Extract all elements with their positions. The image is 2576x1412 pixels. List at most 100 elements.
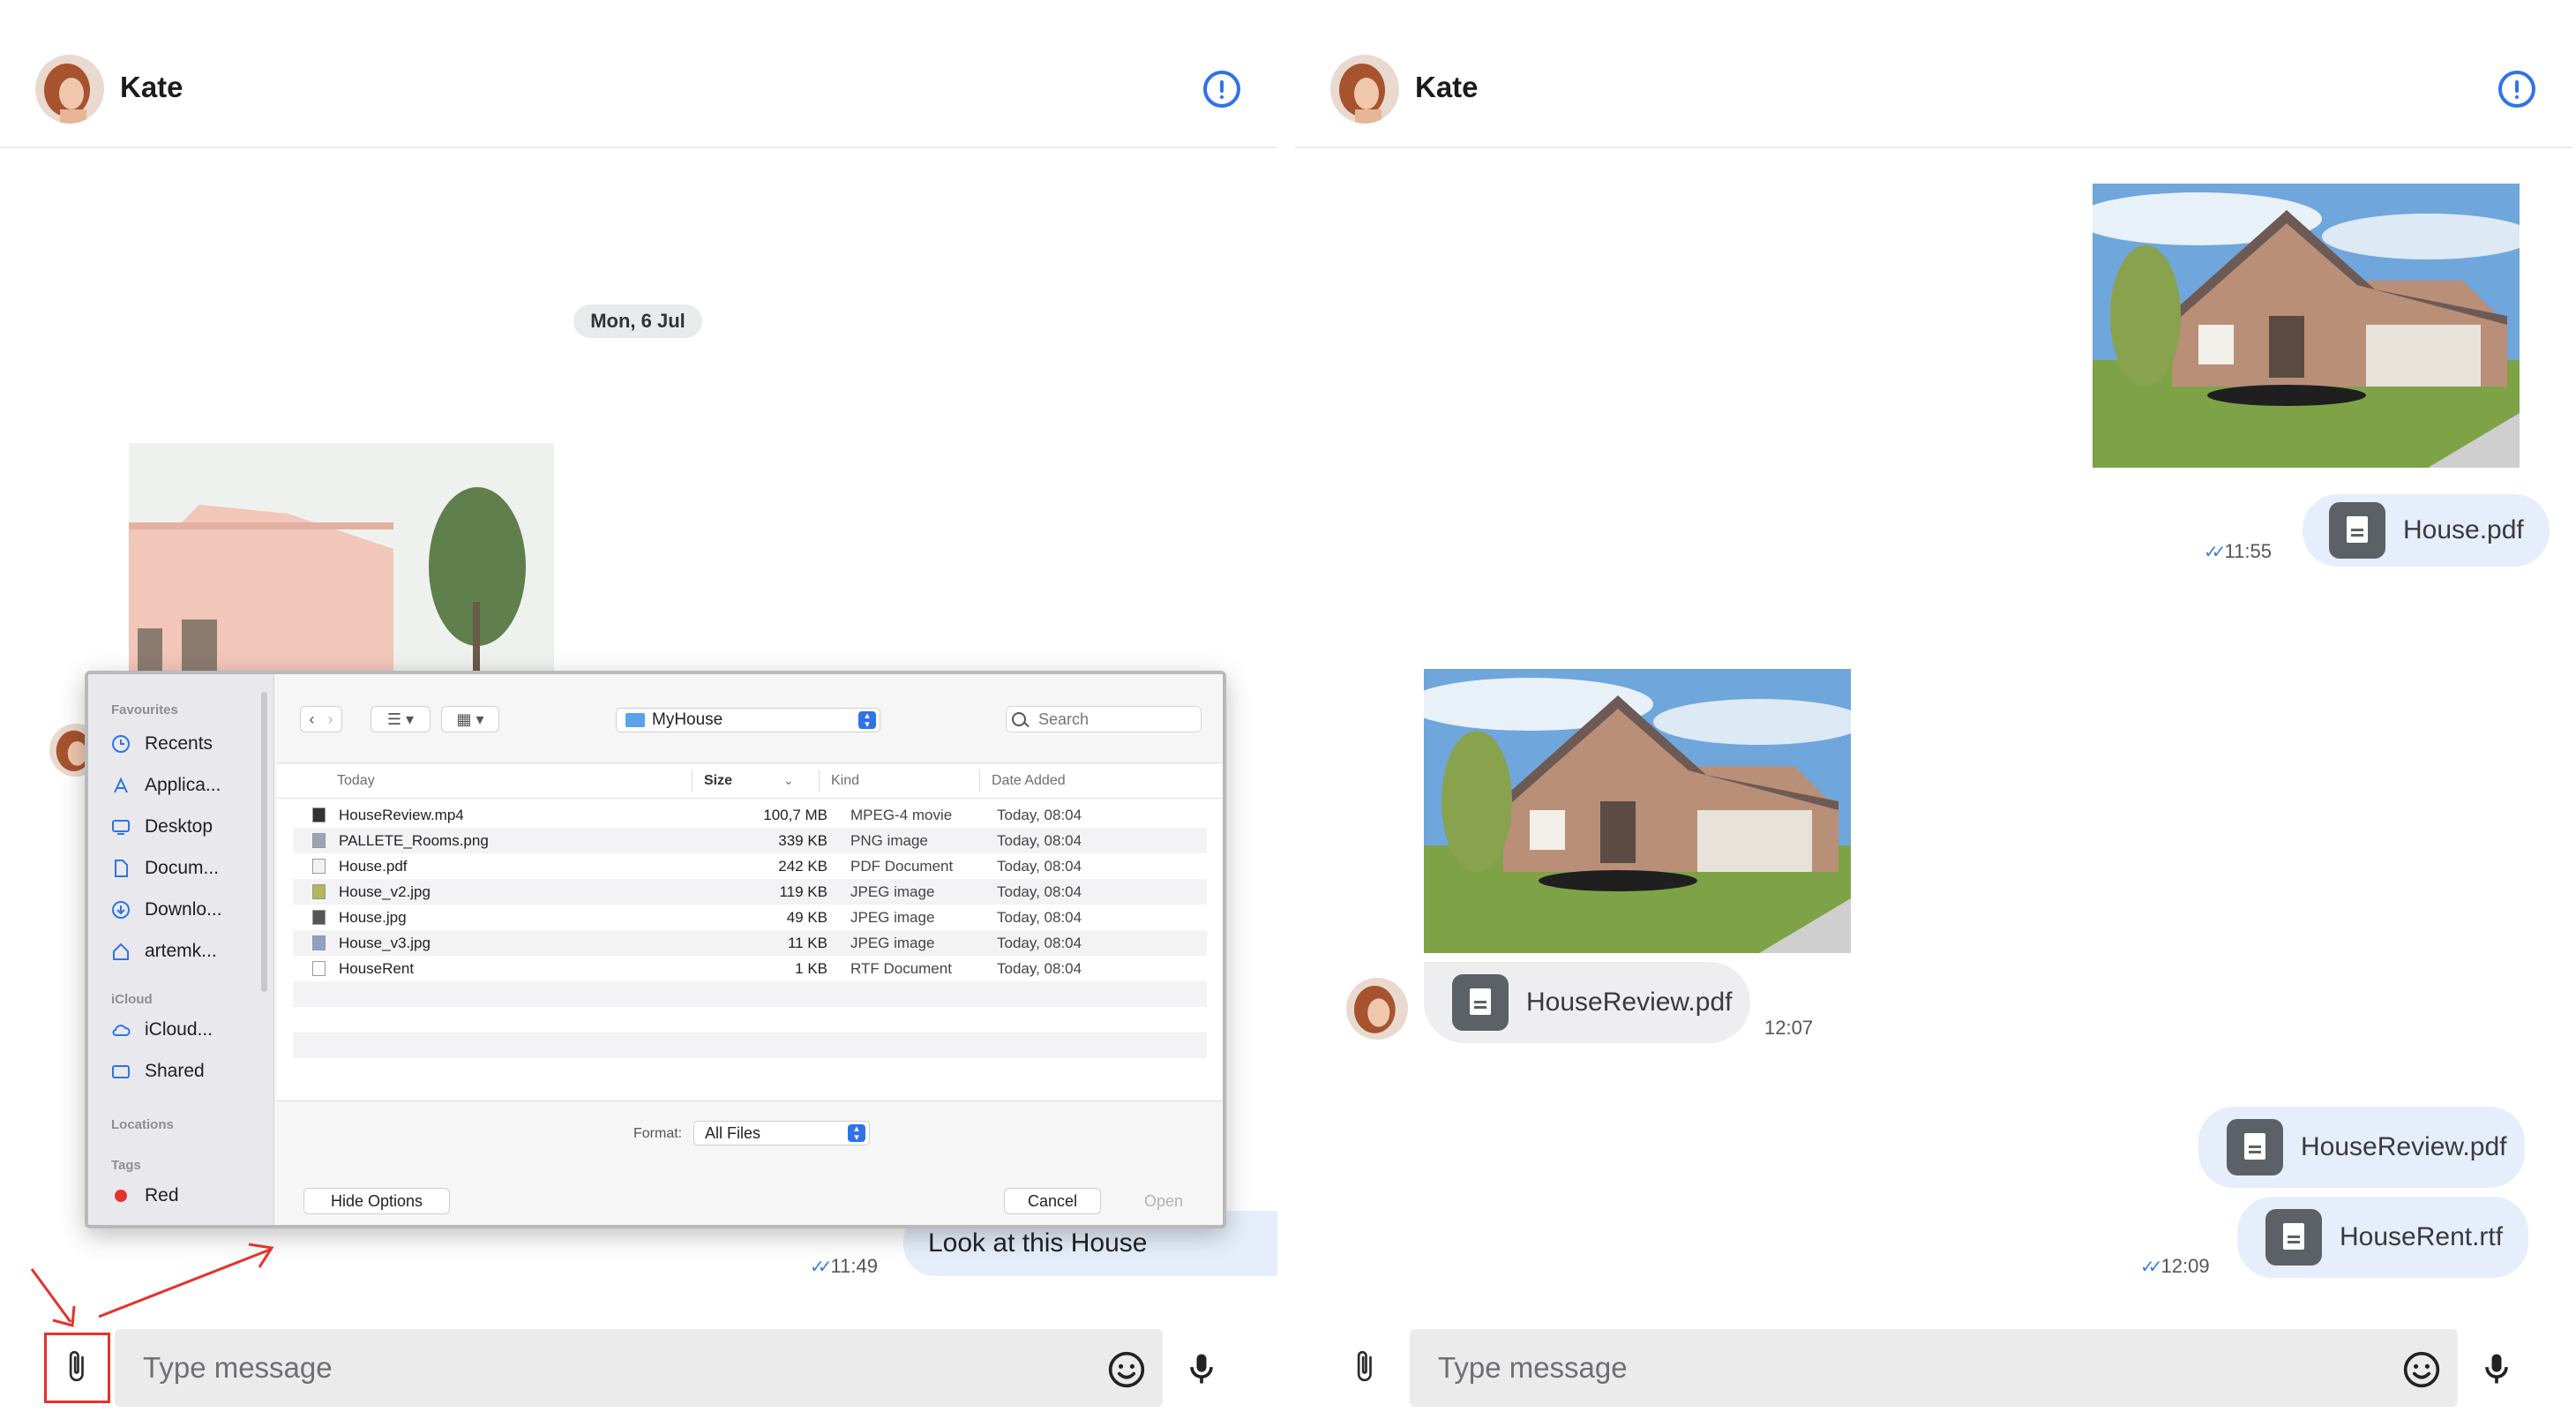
chevron-left-icon[interactable]: ‹ (309, 710, 314, 729)
document-icon (2265, 1209, 2322, 1266)
sidebar-item-documents[interactable]: Docum... (111, 853, 268, 883)
file-row[interactable]: HouseReview.mp4 100,7 MB MPEG-4 movie Today… (293, 802, 1207, 828)
microphone-icon[interactable] (2477, 1348, 2516, 1390)
sidebar-tag-red[interactable]: Red (111, 1181, 268, 1211)
chat-header: Kate (1295, 0, 2572, 148)
sidebar-section-favourites: Favourites (111, 702, 178, 717)
desktop-icon (111, 817, 131, 837)
stepper-icon: ▴ ▾ (848, 1124, 865, 1143)
column-size[interactable]: Size (704, 773, 732, 789)
document-icon (2329, 502, 2385, 559)
document-icon (111, 859, 131, 878)
sidebar-item-shared[interactable]: Shared (111, 1056, 268, 1086)
avatar[interactable] (35, 55, 104, 124)
avatar[interactable] (1330, 55, 1399, 124)
attach-highlight-box (44, 1333, 110, 1403)
clock-icon (111, 734, 131, 754)
home-icon (111, 942, 131, 961)
sidebar-item-applications[interactable]: Applica... (111, 770, 268, 800)
back-forward-buttons[interactable]: ‹ › (300, 706, 342, 732)
contact-name[interactable]: Kate (1415, 71, 1479, 104)
image-file-icon (312, 884, 326, 899)
shared-folder-icon (111, 1062, 131, 1081)
message-input[interactable] (1410, 1329, 2458, 1407)
file-row[interactable]: House_v2.jpg 119 KB JPEG image Today, 08:04 (293, 879, 1207, 905)
document-icon (1452, 974, 1509, 1031)
text-file-icon (312, 961, 326, 976)
sidebar-scrollbar[interactable] (261, 692, 267, 992)
sidebar-section-locations: Locations (111, 1117, 174, 1132)
open-button[interactable]: Open (1115, 1188, 1212, 1214)
chevron-down-icon[interactable]: ⌄ (783, 773, 794, 788)
file-name: HouseReview.pdf (1526, 988, 1733, 1017)
paperclip-icon[interactable] (1343, 1345, 1385, 1387)
hide-options-button[interactable]: Hide Options (303, 1188, 450, 1214)
search-input[interactable] (1006, 706, 1202, 732)
incoming-photo[interactable] (1424, 669, 1851, 953)
file-row[interactable]: HouseRent 1 KB RTF Document Today, 08:04 (293, 956, 1207, 981)
microphone-icon[interactable] (1182, 1348, 1221, 1390)
image-file-icon (312, 935, 326, 950)
list-view-button[interactable]: ☰ ▾ (371, 706, 431, 732)
file-row[interactable]: PALLETE_Rooms.png 339 KB PNG image Today, 0… (293, 828, 1207, 853)
chat-panel-right: Kate House.pdf ✓✓ 11:55 HouseReview.pdf … (1295, 0, 2572, 1412)
column-kind[interactable]: Kind (831, 773, 859, 789)
message-text: Look at this House (928, 1228, 1148, 1258)
grid-view-button[interactable]: ▦ ▾ (441, 706, 499, 732)
emoji-icon[interactable] (1107, 1350, 1146, 1389)
format-label: Format: (633, 1126, 683, 1141)
image-file-icon (312, 910, 326, 925)
column-name[interactable]: Today (337, 773, 375, 789)
message-time: ✓✓ 11:49 (810, 1255, 878, 1277)
message-time: ✓✓ 11:55 (2204, 540, 2272, 562)
file-list: HouseReview.mp4 100,7 MB MPEG-4 movie Today… (293, 802, 1207, 1084)
location-select[interactable]: MyHouse ▴ ▾ (616, 708, 880, 732)
sidebar-item-home[interactable]: artemk... (111, 936, 268, 966)
chat-panel-left: Kate Mon, 6 Jul Look at this House ✓✓ 11… (0, 0, 1277, 1412)
date-divider: Mon, 6 Jul (573, 304, 702, 338)
file-row[interactable]: House.jpg 49 KB JPEG image Today, 08:04 (293, 905, 1207, 930)
sidebar-item-recents[interactable]: Recents (111, 729, 268, 759)
sidebar-section-icloud: iCloud (111, 992, 153, 1007)
empty-row (293, 1007, 1207, 1033)
sidebar-section-tags: Tags (111, 1158, 141, 1173)
video-file-icon (312, 807, 326, 822)
empty-row (293, 981, 1207, 1007)
folder-icon (625, 713, 645, 727)
image-file-icon (312, 833, 326, 848)
column-date-added[interactable]: Date Added (992, 773, 1066, 789)
search-icon (1012, 712, 1026, 726)
file-open-dialog: Favourites Recents Applica... Desktop Do… (85, 671, 1226, 1228)
message-time: 12:07 (1764, 1017, 1814, 1039)
format-select[interactable]: All Files ▴ ▾ (693, 1121, 870, 1145)
chat-header: Kate (0, 0, 1277, 148)
incoming-photo[interactable] (129, 443, 554, 672)
file-name: House.pdf (2403, 515, 2524, 545)
info-icon[interactable] (1203, 71, 1240, 108)
dialog-sidebar: Favourites Recents Applica... Desktop Do… (88, 674, 274, 1225)
file-row[interactable]: House.pdf 242 KB PDF Document Today, 08:04 (293, 853, 1207, 879)
column-headers: Today Size ⌄ Kind Date Added (277, 762, 1223, 799)
avatar[interactable] (1346, 978, 1408, 1040)
dialog-main: ‹ › ☰ ▾ ▦ ▾ MyHouse ▴▾ Today Size ⌄ Kind (277, 674, 1223, 1225)
file-name: HouseReview.pdf (2301, 1132, 2507, 1161)
sidebar-item-desktop[interactable]: Desktop (111, 812, 268, 842)
file-message[interactable]: HouseReview.pdf (2198, 1107, 2525, 1188)
file-message[interactable]: House.pdf (2303, 494, 2550, 567)
message-time: ✓✓ 12:09 (2140, 1255, 2210, 1277)
emoji-icon[interactable] (2402, 1350, 2441, 1389)
file-message[interactable]: HouseRent.rtf (2237, 1197, 2528, 1278)
cancel-button[interactable]: Cancel (1004, 1188, 1101, 1214)
composer (1295, 1324, 2572, 1412)
outgoing-photo[interactable] (2093, 184, 2520, 468)
contact-name[interactable]: Kate (120, 71, 183, 104)
info-icon[interactable] (2498, 71, 2535, 108)
chevron-right-icon[interactable]: › (328, 710, 333, 729)
file-message[interactable]: HouseReview.pdf (1424, 962, 1750, 1043)
file-row[interactable]: House_v3.jpg 11 KB JPEG image Today, 08:04 (293, 930, 1207, 956)
sidebar-item-icloud-drive[interactable]: iCloud... (111, 1015, 268, 1045)
double-check-icon: ✓✓ (810, 1257, 832, 1277)
sidebar-item-downloads[interactable]: Downlo... (111, 895, 268, 925)
pdf-file-icon (312, 859, 326, 874)
double-check-icon: ✓✓ (2140, 1257, 2162, 1277)
